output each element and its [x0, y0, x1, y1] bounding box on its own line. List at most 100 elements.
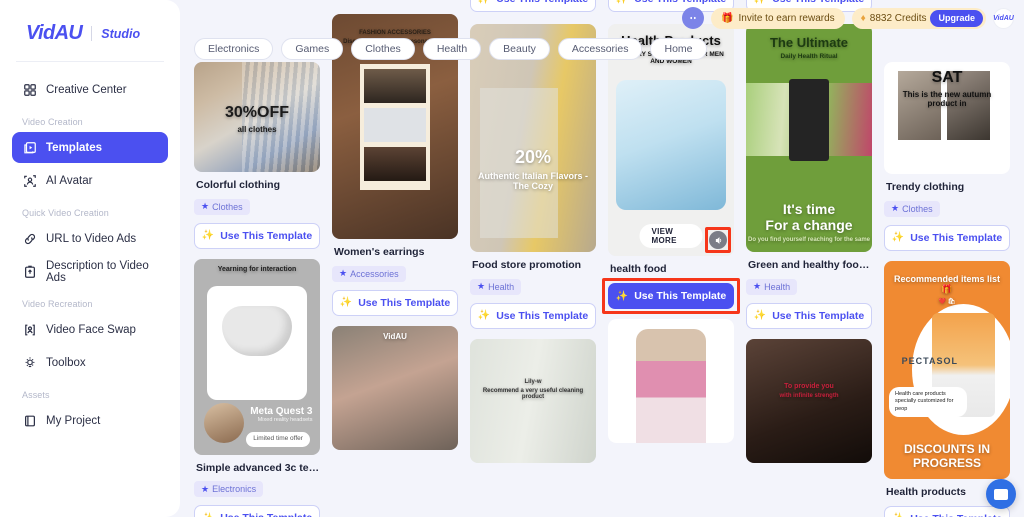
bottom-line-1: DISCOUNTS IN — [903, 441, 990, 456]
template-thumbnail[interactable]: The Ultimate Daily Health Ritual It's time… — [746, 24, 872, 252]
avatar[interactable]: VidAU — [993, 7, 1014, 29]
category-chip[interactable]: Health — [422, 38, 482, 60]
thumbnail-bottom-text: DISCOUNTS IN PROGRESS — [884, 441, 1010, 471]
template-thumbnail[interactable]: Lily-w Recommend a very useful cleaning p… — [470, 338, 596, 463]
sidebar-item-toolbox[interactable]: Toolbox — [12, 347, 168, 378]
topbar: 🎁 Invite to earn rewards ♦ 8832 Credits … — [682, 0, 1024, 36]
template-card[interactable]: Health ProductsDIETARY SUPPLEMENT FOR ME… — [602, 24, 740, 314]
star-icon: ★ — [201, 201, 210, 211]
template-thumbnail[interactable]: Yearning for interaction Meta Quest 3 Mixe… — [194, 258, 320, 455]
sidebar-item-creative-center[interactable]: Creative Center — [12, 74, 168, 105]
use-template-button[interactable]: ✨ Use This Template — [470, 0, 596, 12]
sparkle-icon: ✨ — [892, 513, 904, 517]
app-root: VidAU Studio Creative Center Video Creat… — [0, 0, 1024, 517]
sparkle-icon: ✨ — [891, 232, 905, 243]
category-chip[interactable]: Beauty — [489, 38, 550, 60]
thumbnail-overlay-text: To provide you with infinite strength — [746, 383, 872, 399]
thumbnail-overlay-text: The Ultimate Daily Health Ritual — [746, 35, 872, 60]
category-chip[interactable]: Clothes — [351, 38, 415, 60]
sidebar-item-label: Toolbox — [46, 356, 86, 369]
use-template-button[interactable]: ✨ Use This Template — [884, 505, 1010, 517]
overlay-headline: The Ultimate — [769, 35, 848, 51]
brand-name: VidAU — [26, 22, 83, 44]
logo-divider — [91, 26, 93, 41]
sparkle-icon: ✨ — [477, 310, 491, 321]
use-template-label: Use This Template — [910, 513, 1002, 517]
template-card[interactable]: SAT This is the new autumn product in Tren… — [884, 62, 1010, 251]
use-template-button[interactable]: ✨ Use This Template — [746, 302, 872, 329]
credits-pill[interactable]: ♦ 8832 Credits Upgrade — [851, 7, 986, 29]
template-thumbnail[interactable]: VidAU — [332, 325, 458, 450]
tag-label: Clothes — [902, 203, 933, 214]
template-card[interactable]: 30%OFF all clothes Colorful clothing ★ Cloth… — [194, 62, 320, 249]
thumbnail-artwork — [332, 325, 458, 450]
link-icon — [22, 231, 37, 246]
status-badge: ★ Electronics — [194, 481, 264, 497]
template-grid: 30%OFF all clothes Colorful clothing ★ Cloth… — [180, 0, 1024, 517]
thumbnail-overlay-text: 30%OFF all clothes — [194, 104, 320, 134]
sidebar-item-my-project[interactable]: My Project — [12, 405, 168, 436]
template-card[interactable]: The Ultimate Daily Health Ritual It's time… — [746, 24, 872, 329]
document-icon — [22, 264, 37, 279]
template-card[interactable]: 20% Authentic Italian Flavors - The Cozy F… — [470, 24, 596, 329]
overlay-subtext: all clothes — [237, 124, 277, 134]
brand-logo[interactable]: VidAU Studio — [12, 0, 168, 61]
templates-icon — [22, 140, 37, 155]
category-chip[interactable]: Games — [281, 38, 344, 60]
template-thumbnail[interactable]: To provide you with infinite strength — [746, 338, 872, 463]
sidebar-item-label: Templates — [46, 141, 103, 154]
use-template-button[interactable]: ✨ Use This Template — [194, 222, 320, 249]
template-title: Women's earrings — [334, 246, 425, 258]
use-template-button[interactable]: ✨ Use This Template — [470, 302, 596, 329]
speaker-icon[interactable] — [705, 227, 731, 253]
credits-label: 8832 Credits — [869, 12, 927, 24]
template-thumbnail[interactable]: SAT This is the new autumn product in — [884, 62, 1010, 174]
tag-label: Health — [488, 281, 515, 292]
bottom-subline: Do you find yourself reaching for the sa… — [747, 237, 871, 244]
sidebar-item-label: Video Face Swap — [46, 323, 136, 336]
invite-to-earn-rewards-button[interactable]: 🎁 Invite to earn rewards — [711, 7, 845, 29]
template-thumbnail[interactable] — [608, 319, 734, 443]
overlay-headline: SAT — [931, 68, 963, 86]
upgrade-button[interactable]: Upgrade — [930, 9, 983, 27]
grid-column: ✨ Use This TemplateHealth ProductsDIETARY… — [602, 0, 740, 517]
view-more-button[interactable]: VIEW MORE — [639, 224, 703, 248]
category-chip[interactable]: Electronics — [194, 38, 274, 60]
overlay-headline: Yearning for interaction — [217, 266, 297, 274]
category-chip[interactable]: Home — [650, 38, 707, 60]
use-template-button[interactable]: ✨ Use This Template — [608, 283, 734, 309]
sidebar-item-ai-avatar[interactable]: AI Avatar — [12, 165, 168, 196]
sparkle-icon: ✨ — [339, 297, 353, 308]
sidebar-item-video-face-swap[interactable]: Video Face Swap — [12, 314, 168, 345]
use-template-label: Use This Template — [772, 309, 865, 322]
sidebar-item-templates[interactable]: Templates — [12, 132, 168, 163]
template-card[interactable]: Recommended items list 🎁 ❤️ 🛍 DISCOUNTS IN… — [884, 260, 1010, 517]
template-card[interactable]: Yearning for interaction Meta Quest 3 Mixe… — [194, 258, 320, 517]
use-template-button[interactable]: ✨ Use This Template — [332, 289, 458, 316]
use-template-label: Use This Template — [496, 309, 589, 322]
use-template-button[interactable]: ✨ Use This Template — [884, 224, 1010, 251]
sidebar-group-video-recreation: Video Recreation — [22, 299, 93, 309]
sidebar-item-url-to-video-ads[interactable]: URL to Video Ads — [12, 223, 168, 254]
template-thumbnail[interactable]: 30%OFF all clothes — [194, 62, 320, 172]
template-card[interactable] — [608, 319, 734, 443]
sidebar-item-label: Creative Center — [46, 83, 127, 96]
template-card[interactable]: To provide you with infinite strength — [746, 338, 872, 463]
template-thumbnail[interactable]: Recommended items list 🎁 ❤️ 🛍 DISCOUNTS IN… — [884, 260, 1010, 479]
thumbnail-overlay-text: Lily-w Recommend a very useful cleaning p… — [470, 379, 596, 400]
chat-bubble-icon[interactable] — [986, 479, 1016, 509]
category-chip[interactable]: Accessories — [557, 38, 643, 60]
discord-icon[interactable] — [682, 7, 705, 29]
template-card[interactable]: VidAU — [332, 325, 458, 450]
thumbnail-artwork — [608, 319, 734, 443]
template-card[interactable]: Lily-w Recommend a very useful cleaning p… — [470, 338, 596, 463]
sidebar-group-video-creation: Video Creation — [22, 117, 83, 127]
offer-bubble: Limited time offer — [246, 432, 310, 447]
sparkle-icon: ✨ — [615, 290, 629, 302]
thumbnail-overlay-text: Recommended items list 🎁 ❤️ 🛍 — [884, 274, 1010, 305]
sidebar-item-description-to-video-ads[interactable]: Description to Video Ads — [12, 256, 168, 287]
tag-label: Accessories — [350, 268, 399, 279]
sparkle-icon: ✨ — [616, 0, 628, 5]
use-template-button[interactable]: ✨ Use This Template — [194, 505, 320, 517]
use-template-label: Use This Template — [358, 296, 451, 309]
